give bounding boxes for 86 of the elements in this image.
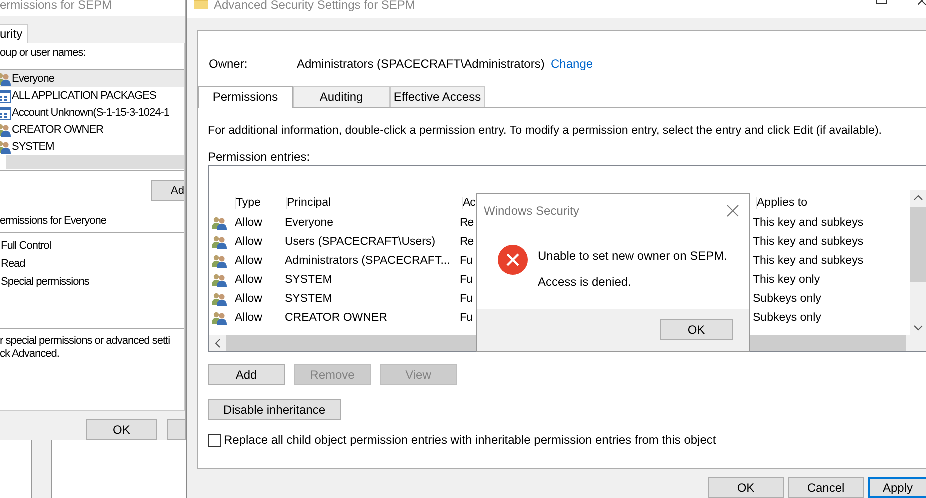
table-cell-text: Users (SPACECRAFT\Users) <box>285 236 437 248</box>
user-name: Everyone <box>12 72 54 85</box>
note-text: ck Advanced. <box>0 348 60 362</box>
table-cell-text: Re <box>460 236 475 248</box>
table-cell-text: Allow <box>235 236 264 248</box>
table-cell-text: Subkeys only <box>753 292 822 304</box>
users-icon <box>212 310 227 324</box>
table-cell-text: SYSTEM <box>285 274 334 286</box>
tab[interactable]: Effective Access <box>390 86 485 107</box>
table-cell-text: Re <box>460 216 475 228</box>
table-cell-text: Allow <box>235 312 264 324</box>
window-title: ermissions for SEPM <box>0 0 185 16</box>
tab[interactable]: Permissions <box>198 86 293 108</box>
description-text: For additional information, double-click a permission entry. To modify a permission entry, select the entry and click Edit (if available). <box>208 124 884 139</box>
entries-label: Permission entries: <box>208 150 312 165</box>
security-tab[interactable]: urity <box>0 24 28 44</box>
users-icon <box>212 272 227 286</box>
scroll-left-icon <box>215 338 221 348</box>
users-icon <box>212 216 227 230</box>
button[interactable]: Cancel <box>788 477 864 498</box>
note-text: r special permissions or advanced setti <box>0 335 172 348</box>
column-header[interactable]: Applies to <box>756 197 907 209</box>
truncated-button[interactable]: Ad <box>151 180 184 202</box>
column-header[interactable]: Type <box>235 197 286 209</box>
table-cell-text: This key and subkeys <box>753 254 865 266</box>
error-detail: Access is denied. <box>538 275 632 289</box>
checkbox-label: Replace all child object permission entries with inheritable permission entries from this object <box>224 433 716 447</box>
tab[interactable]: Auditing <box>293 86 390 107</box>
user-list-item[interactable]: Account Unknown(S-1-15-3-1024-1 <box>0 104 184 122</box>
column-header[interactable]: Principal <box>286 197 462 209</box>
users-icon <box>212 292 227 306</box>
scroll-up-icon <box>914 195 922 201</box>
owner-value: Administrators (SPACECRAFT\Administrators) <box>297 57 546 71</box>
table-cell-text: This key only <box>753 274 822 286</box>
user-name: ALL APPLICATION PACKAGES <box>12 90 156 102</box>
ok-button[interactable]: OK <box>86 419 158 440</box>
table-cell-text: Subkeys only <box>753 312 822 324</box>
table-cell-text: Allow <box>235 292 264 304</box>
error-icon <box>498 245 528 275</box>
table-cell-text: Administrators (SPACECRAFT... <box>285 254 452 266</box>
table-cell-text: Allow <box>235 274 264 286</box>
disable-inheritance-button[interactable]: Disable inheritance <box>208 399 341 420</box>
permission-name: Full Control <box>0 239 52 254</box>
users-icon <box>0 122 11 137</box>
table-cell-text: This key and subkeys <box>753 236 865 248</box>
partial-button[interactable] <box>167 419 185 440</box>
error-message: Unable to set new owner on SEPM. <box>538 249 728 263</box>
button[interactable]: OK <box>708 477 784 498</box>
table-cell-text: This key and subkeys <box>753 216 865 228</box>
scroll-thumb[interactable] <box>910 207 926 282</box>
table-cell-text: Fu <box>460 254 474 266</box>
users-icon <box>0 140 11 154</box>
checkbox[interactable] <box>208 434 221 446</box>
users-icon <box>212 254 227 268</box>
button[interactable]: Apply <box>868 477 926 498</box>
user-list-item[interactable]: ALL APPLICATION PACKAGES <box>0 87 184 104</box>
button[interactable]: Add <box>208 364 285 385</box>
table-cell-text: Fu <box>460 274 474 286</box>
table-cell-text: Fu <box>460 292 474 304</box>
owner-label: Owner: <box>209 57 249 71</box>
users-icon <box>212 234 227 248</box>
user-list-item[interactable]: CREATOR OWNER <box>0 121 184 138</box>
permission-name: Special permissions <box>0 275 90 290</box>
folder-icon <box>194 0 208 9</box>
table-cell-text: Allow <box>235 216 264 228</box>
table-cell-text: Everyone <box>285 216 335 228</box>
vertical-scrollbar[interactable] <box>910 190 926 336</box>
user-name: CREATOR OWNER <box>12 124 104 136</box>
user-name: SYSTEM <box>12 140 54 153</box>
table-cell-text: CREATOR OWNER <box>285 312 388 324</box>
change-link[interactable]: Change <box>551 57 594 71</box>
table-cell-text: Allow <box>235 254 264 266</box>
permissions-label: ermissions for Everyone <box>0 215 184 234</box>
user-list-item[interactable]: Everyone <box>0 70 184 88</box>
permission-name: Read <box>0 257 26 272</box>
user-name: Account Unknown(S-1-15-3-1024-1 <box>12 106 170 119</box>
table-cell-text: Fu <box>460 312 474 324</box>
window-title: Advanced Security Settings for SEPM <box>214 0 416 10</box>
user-list-item[interactable]: SYSTEM <box>0 138 184 156</box>
scroll-down-icon <box>914 325 922 331</box>
list-label: oup or user names: <box>0 47 87 62</box>
scrollbar[interactable] <box>6 155 184 170</box>
users-icon <box>0 72 11 86</box>
table-cell-text: SYSTEM <box>285 292 334 304</box>
dialog-title: Windows Security <box>484 204 580 218</box>
ok-button[interactable]: OK <box>660 319 733 340</box>
